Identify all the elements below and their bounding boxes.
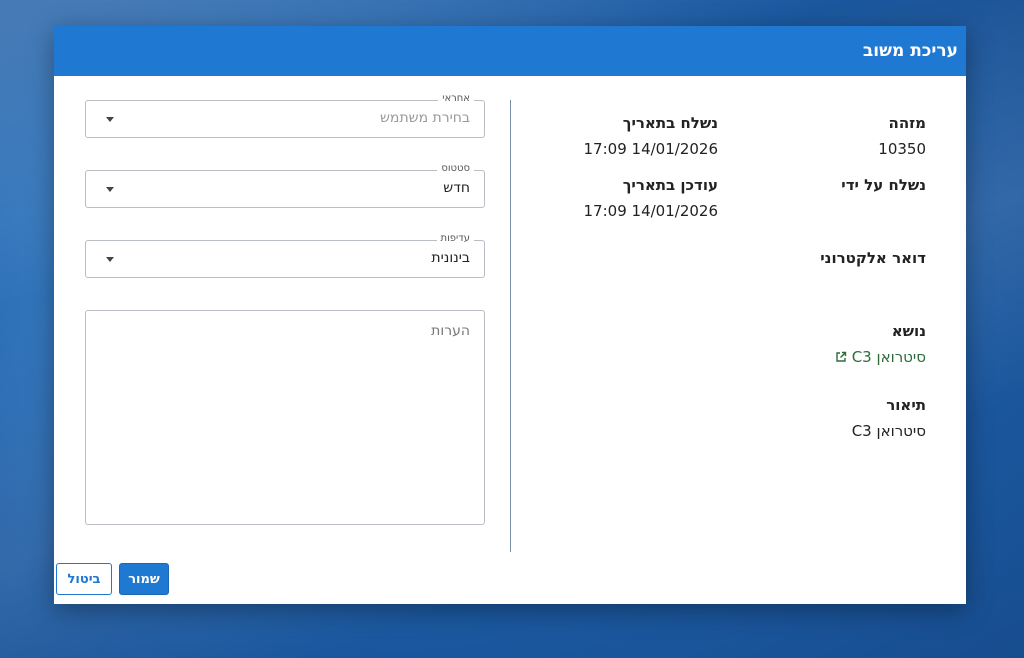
priority-select[interactable]: עדיפות בינונית	[85, 233, 485, 278]
save-button[interactable]: שמור	[119, 563, 169, 595]
assignee-placeholder: בחירת משתמש	[380, 110, 470, 126]
chevron-down-icon	[106, 257, 114, 262]
subject-value: סיטרואן C3	[851, 348, 926, 366]
chevron-down-icon	[106, 117, 114, 122]
id-field: מזהה 10350	[878, 114, 926, 158]
assignee-legend: אחראי	[438, 93, 474, 104]
updated-date-field: עודכן בתאריך 14/01/2026 17:09	[584, 176, 718, 220]
chevron-down-icon	[106, 187, 114, 192]
priority-value: בינונית	[431, 250, 470, 266]
priority-legend: עדיפות	[436, 233, 474, 244]
edit-feedback-dialog: עריכת משוב מזהה 10350 נשלח בתאריך 14/01/…	[54, 26, 966, 604]
description-value: סיטרואן C3	[851, 422, 926, 440]
notes-placeholder: הערות	[431, 323, 470, 339]
sent-by-field: נשלח על ידי	[841, 176, 926, 202]
email-label: דואר אלקטרוני	[820, 249, 926, 267]
cancel-button[interactable]: ביטול	[56, 563, 112, 595]
sent-by-label: נשלח על ידי	[841, 176, 926, 194]
updated-date-label: עודכן בתאריך	[622, 176, 718, 194]
status-legend: סטטוס	[437, 163, 474, 174]
description-label: תיאור	[886, 396, 926, 414]
sent-date-value: 14/01/2026 17:09	[583, 140, 718, 158]
updated-date-value: 14/01/2026 17:09	[583, 202, 718, 220]
subject-label: נושא	[891, 322, 926, 340]
description-field: תיאור סיטרואן C3	[852, 396, 926, 440]
dialog-header: עריכת משוב	[54, 26, 966, 76]
column-divider	[510, 100, 511, 552]
subject-field: נושא סיטרואן C3	[835, 322, 926, 366]
sent-date-field: נשלח בתאריך 14/01/2026 17:09	[584, 114, 718, 158]
status-select[interactable]: סטטוס חדש	[85, 163, 485, 208]
id-label: מזהה	[888, 114, 926, 132]
subject-link[interactable]: סיטרואן C3	[835, 348, 926, 366]
dialog-title: עריכת משוב	[862, 41, 958, 61]
notes-textarea[interactable]: הערות	[85, 310, 485, 525]
assignee-select[interactable]: אחראי בחירת משתמש	[85, 93, 485, 138]
status-value: חדש	[443, 180, 470, 196]
email-field: דואר אלקטרוני	[820, 249, 926, 275]
external-link-icon	[836, 351, 846, 362]
id-value: 10350	[878, 140, 926, 158]
sent-date-label: נשלח בתאריך	[622, 114, 718, 132]
